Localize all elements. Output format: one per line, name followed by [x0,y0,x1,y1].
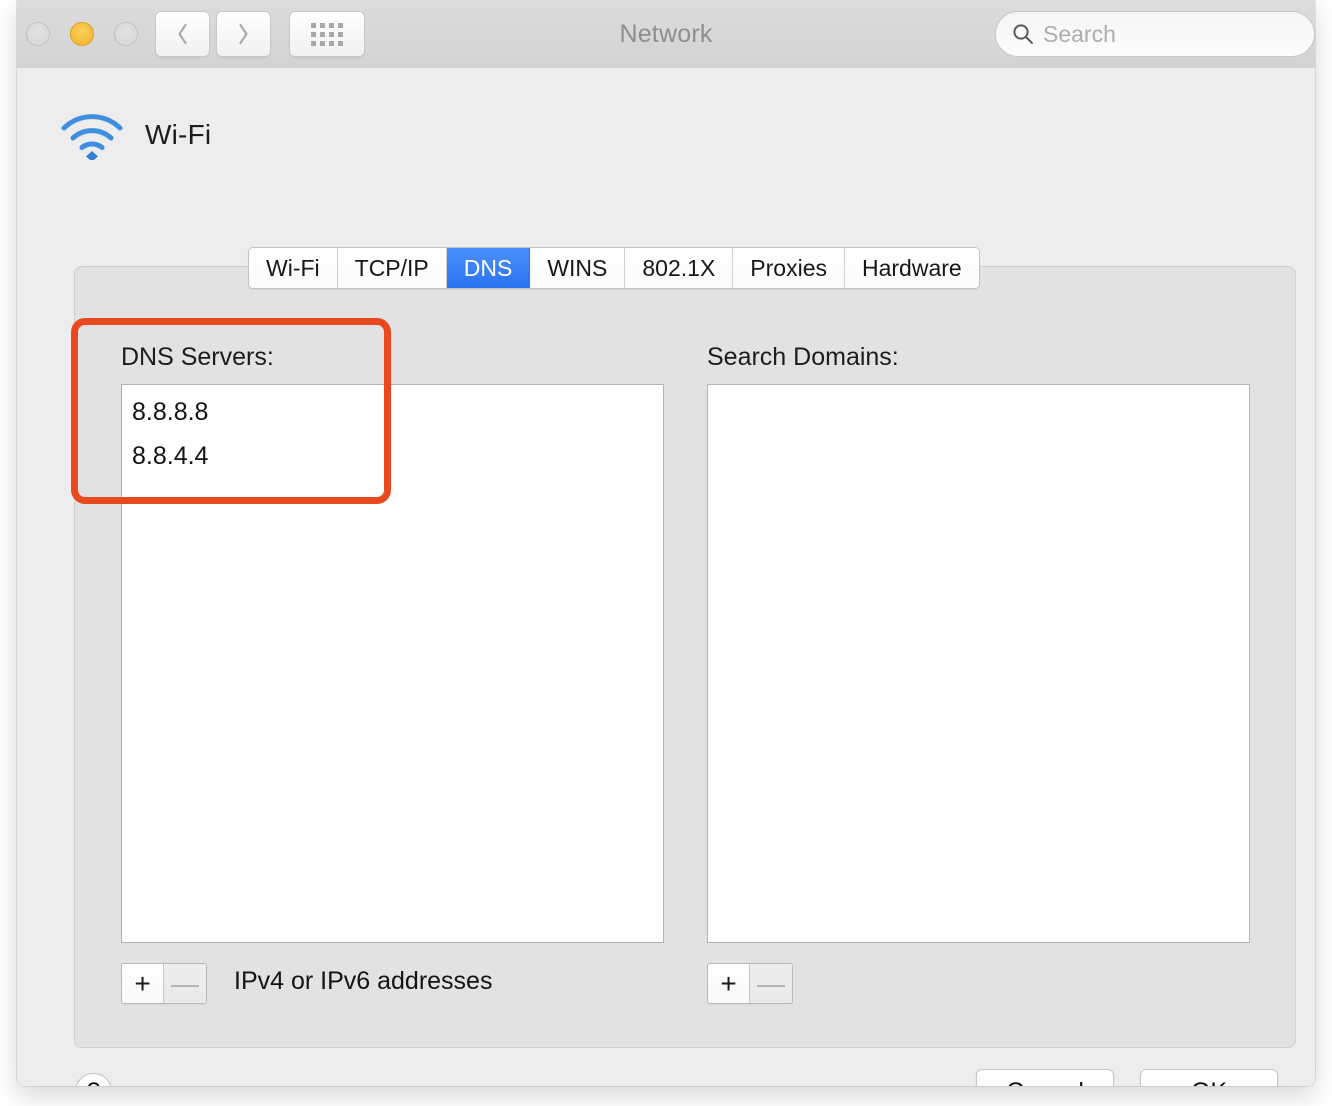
dns-servers-hint: IPv4 or IPv6 addresses [234,967,493,995]
remove-dns-server-button[interactable]: — [164,964,206,1003]
search-input[interactable] [1043,20,1293,48]
settings-tabbar: Wi-Fi TCP/IP DNS WINS 802.1X Proxies Har… [248,247,980,289]
service-name: Wi-Fi [145,119,212,150]
add-dns-server-button[interactable]: + [122,964,164,1003]
tab-hardware[interactable]: Hardware [845,248,979,288]
search-domains-label: Search Domains: [707,343,899,371]
network-preferences-window: Network Wi-Fi Wi-Fi TCP/IP [17,0,1315,1086]
service-header: Wi-Fi [59,110,211,160]
window-titlebar: Network [17,0,1315,69]
dns-servers-list[interactable]: 8.8.8.8 8.8.4.4 [121,384,664,943]
search-field[interactable] [995,11,1315,57]
tab-dns[interactable]: DNS [446,248,531,288]
tab-wins[interactable]: WINS [530,248,626,288]
remove-search-domain-button[interactable]: — [750,964,792,1003]
list-item[interactable]: 8.8.4.4 [122,435,663,479]
tab-8021x[interactable]: 802.1X [625,248,734,288]
tab-wifi[interactable]: Wi-Fi [249,248,338,288]
preferences-sheet: Wi-Fi Wi-Fi TCP/IP DNS WINS 802.1X Proxi… [17,68,1315,1086]
search-domains-list[interactable] [707,384,1250,943]
dns-servers-add-remove-control: + — [121,963,207,1004]
ok-button[interactable]: OK [1140,1069,1278,1086]
help-button[interactable]: ? [75,1073,112,1086]
search-domains-add-remove-control: + — [707,963,793,1004]
tab-tcpip[interactable]: TCP/IP [337,248,447,288]
dns-settings-panel: DNS Servers: 8.8.8.8 8.8.4.4 + — IPv4 or… [74,266,1296,1048]
add-search-domain-button[interactable]: + [708,964,750,1003]
wifi-icon [61,114,123,160]
cancel-button[interactable]: Cancel [976,1069,1114,1086]
search-icon [1013,24,1033,44]
dns-servers-label: DNS Servers: [121,343,274,371]
tab-proxies[interactable]: Proxies [733,248,845,288]
list-item[interactable]: 8.8.8.8 [122,391,663,435]
